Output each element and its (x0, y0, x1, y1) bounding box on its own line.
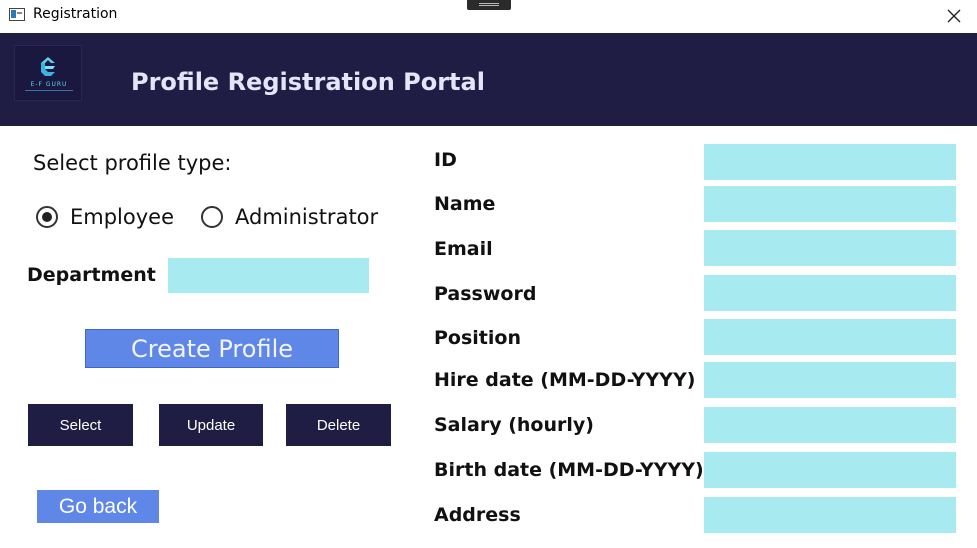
radio-selected-icon (36, 206, 58, 228)
address-label: Address (434, 504, 521, 526)
close-icon (947, 9, 961, 23)
radio-administrator-label: Administrator (235, 205, 379, 229)
company-logo: E-F GURU (14, 45, 82, 101)
go-back-button[interactable]: Go back (37, 490, 159, 523)
header-banner: E-F GURU Profile Registration Portal (0, 33, 977, 126)
hire-date-label: Hire date (MM-DD-YYYY) (434, 369, 696, 391)
hire-date-input[interactable] (704, 362, 956, 398)
select-button[interactable]: Select (28, 404, 133, 446)
create-profile-button[interactable]: Create Profile (85, 329, 339, 368)
id-label: ID (434, 149, 457, 171)
department-label: Department (27, 264, 156, 286)
radio-employee-label: Employee (70, 205, 175, 229)
salary-label: Salary (hourly) (434, 414, 594, 436)
id-input[interactable] (704, 144, 956, 180)
department-input[interactable] (168, 258, 369, 293)
delete-button[interactable]: Delete (286, 404, 391, 446)
email-input[interactable] (704, 230, 956, 266)
position-label: Position (434, 327, 521, 349)
update-button[interactable]: Update (159, 404, 263, 446)
logo-mark-icon (41, 57, 55, 76)
profile-type-label: Select profile type: (33, 151, 232, 175)
page-title: Profile Registration Portal (131, 68, 485, 96)
name-label: Name (434, 193, 496, 215)
drag-handle[interactable] (467, 0, 511, 10)
address-input[interactable] (704, 497, 956, 533)
radio-administrator[interactable]: Administrator (201, 205, 378, 229)
position-input[interactable] (704, 319, 956, 355)
email-label: Email (434, 238, 493, 260)
window-title-bar: Registration (0, 0, 977, 32)
birth-date-label: Birth date (MM-DD-YYYY) (434, 459, 704, 481)
logo-text: E-F GURU (30, 81, 68, 88)
close-button[interactable] (931, 0, 977, 32)
radio-employee[interactable]: Employee (36, 205, 174, 229)
salary-input[interactable] (704, 407, 956, 443)
radio-unselected-icon (201, 206, 223, 228)
window-title: Registration (33, 6, 118, 22)
birth-date-input[interactable] (704, 452, 956, 488)
password-label: Password (434, 283, 537, 305)
window-app-icon (9, 8, 25, 21)
name-input[interactable] (704, 186, 956, 222)
password-input[interactable] (704, 275, 956, 311)
